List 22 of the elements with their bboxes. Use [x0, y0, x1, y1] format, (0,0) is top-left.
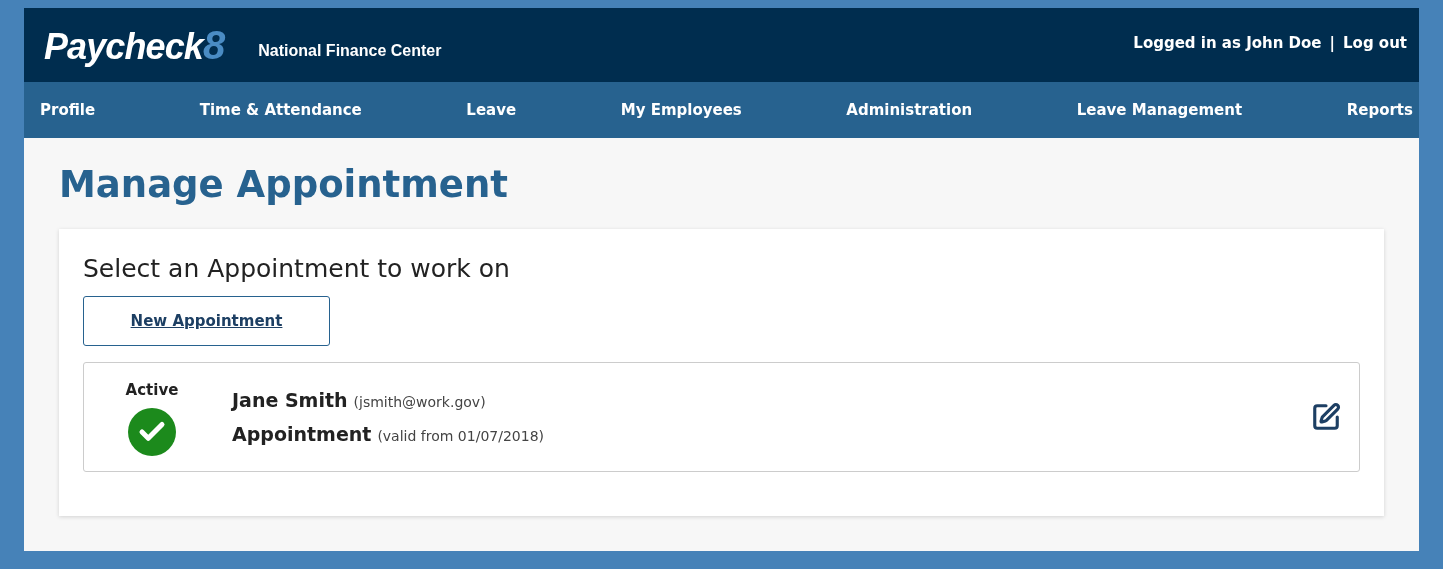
nav-item[interactable]: Reports [1346, 98, 1413, 122]
logged-in-text: Logged in as John Doe [1133, 32, 1322, 54]
separator: | [1329, 32, 1335, 54]
nav-item[interactable]: Time & Attendance [199, 98, 362, 122]
employee-email: (jsmith@work.gov) [353, 392, 486, 412]
appointment-card[interactable]: Active Jane Smith (jsmith@work.gov) Appointment (valid from 01/07/2018) [83, 362, 1360, 473]
status-label: Active [125, 380, 179, 401]
validity-text: (valid from 01/07/2018) [377, 427, 544, 447]
employee-name: Jane Smith [232, 387, 348, 413]
nav-item[interactable]: Leave Management [1076, 98, 1243, 122]
nav-item[interactable]: Profile [40, 98, 96, 122]
nav-item[interactable]: My Employees [620, 98, 742, 122]
page-title: Manage Appointment [59, 166, 509, 203]
logo: Paycheck8 [44, 25, 225, 65]
new-appointment-button[interactable]: New Appointment [83, 296, 330, 347]
nav-item[interactable]: Leave [466, 98, 517, 122]
logout-link[interactable]: Log out [1343, 31, 1407, 55]
appointment-title: Appointment [232, 422, 372, 448]
edit-icon[interactable] [1311, 402, 1341, 433]
panel-heading: Select an Appointment to work on [83, 253, 511, 285]
nav-item[interactable]: Administration [846, 98, 973, 122]
site-subtitle: National Finance Center [258, 41, 442, 61]
